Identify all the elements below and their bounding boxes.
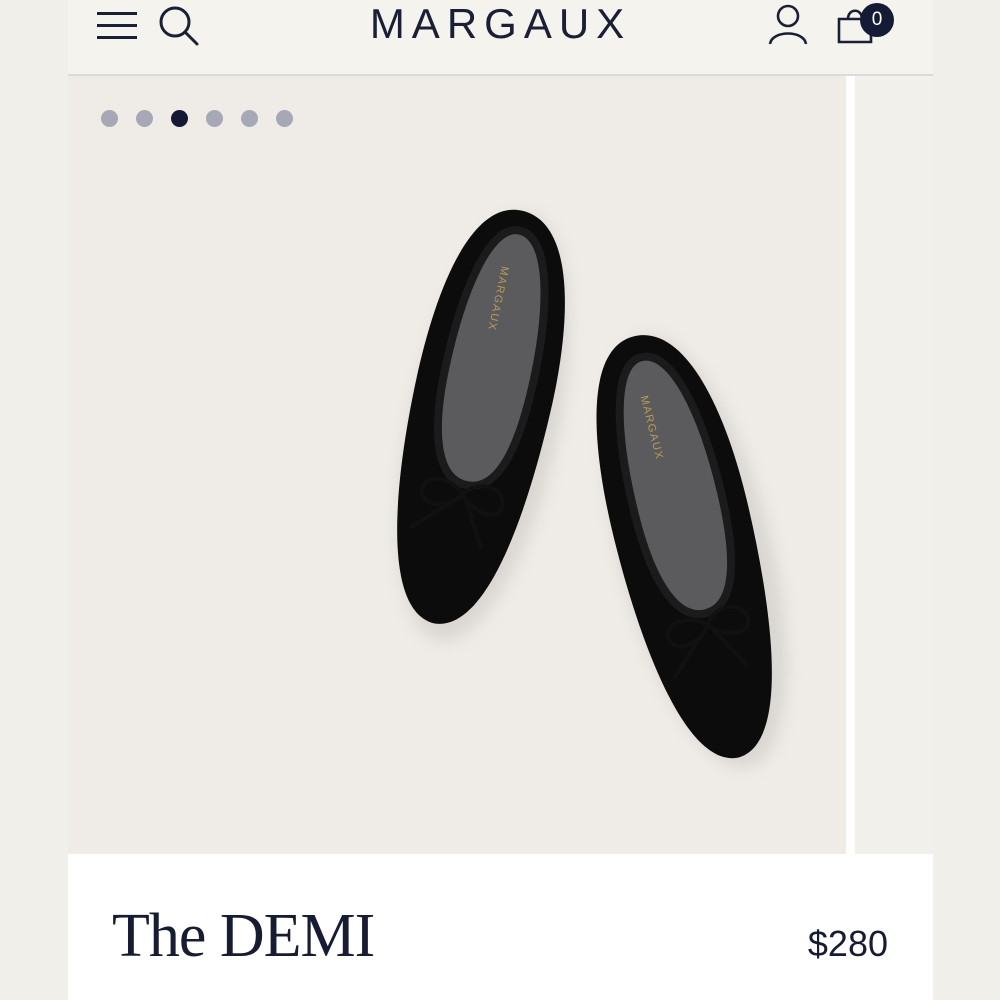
product-price: $280 [807, 923, 888, 964]
account-icon[interactable] [766, 2, 810, 46]
product-name: The DEMI [112, 902, 375, 970]
left-shoe: MARGAUX [397, 209, 570, 642]
gallery-divider [846, 76, 855, 854]
product-page: MARGAUX 0 MARGAUX MARGAUX The DEMI $280 [68, 0, 933, 1000]
product-image-gallery[interactable]: MARGAUX MARGAUX [68, 76, 846, 854]
product-image-ballet-flats: MARGAUX MARGAUX [397, 209, 787, 769]
site-header: MARGAUX 0 [68, 0, 933, 76]
right-shoe: MARGAUX [596, 335, 787, 769]
product-info: The DEMI $280 [68, 854, 933, 1000]
menu-icon[interactable] [96, 6, 138, 42]
search-icon[interactable] [156, 4, 200, 48]
cart-count-badge[interactable]: 0 [860, 3, 894, 37]
next-slide-preview[interactable] [855, 76, 933, 854]
